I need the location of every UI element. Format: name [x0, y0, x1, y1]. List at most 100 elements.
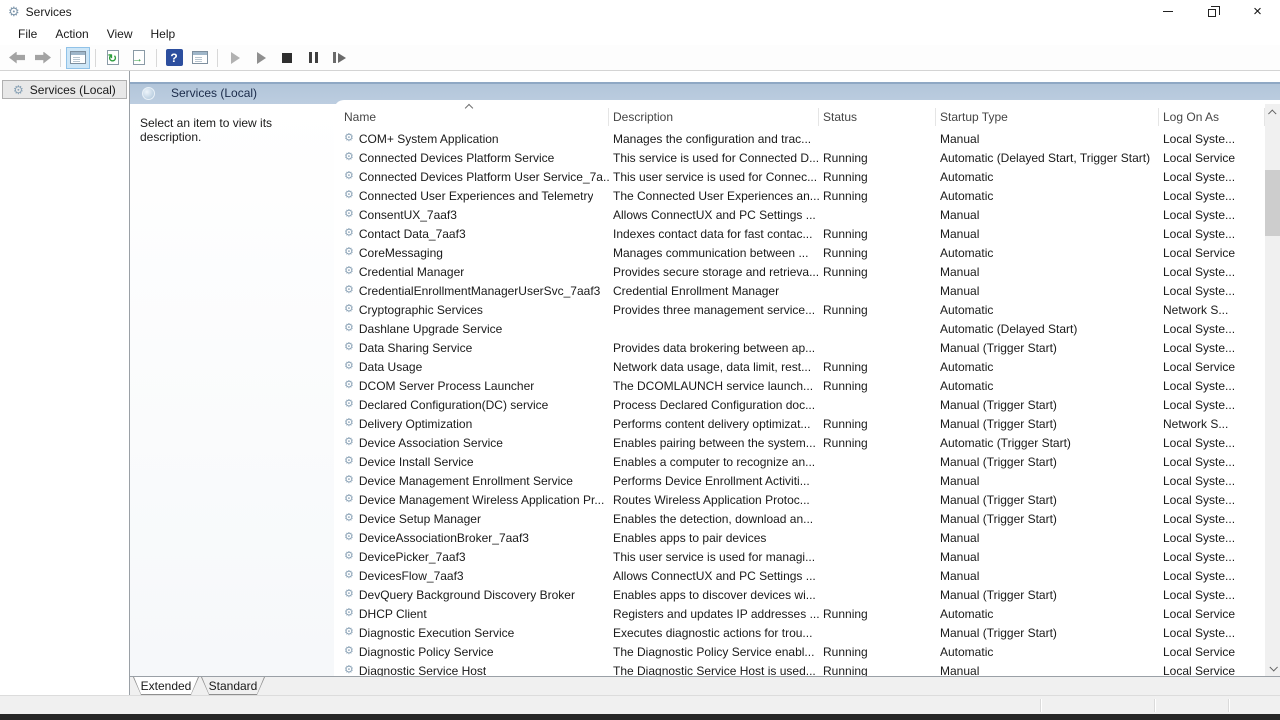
service-description: Enables a computer to recognize an...: [609, 455, 819, 469]
table-row[interactable]: ⚙ Credential Manager Provides secure sto…: [334, 262, 1280, 281]
vertical-scrollbar[interactable]: [1265, 104, 1280, 676]
start-service-icon: [231, 52, 240, 64]
service-status: Running: [819, 664, 936, 677]
service-name: Diagnostic Service Host: [359, 664, 486, 677]
service-description: Provides secure storage and retrieva...: [609, 265, 819, 279]
table-row[interactable]: ⚙ DevQuery Background Discovery Broker E…: [334, 585, 1280, 604]
service-gear-icon: ⚙: [344, 570, 354, 581]
restore-button[interactable]: [1190, 0, 1235, 23]
table-row[interactable]: ⚙ Delivery Optimization Performs content…: [334, 414, 1280, 433]
show-action-pane-button[interactable]: [188, 47, 212, 69]
export-list-button[interactable]: →: [127, 47, 151, 69]
column-header-startup-type[interactable]: Startup Type: [936, 110, 1159, 124]
table-row[interactable]: ⚙ Diagnostic Policy Service The Diagnost…: [334, 642, 1280, 661]
forward-button[interactable]: [31, 47, 55, 69]
table-row[interactable]: ⚙ CredentialEnrollmentManagerUserSvc_7aa…: [334, 281, 1280, 300]
service-description: Performs Device Enrollment Activiti...: [609, 474, 819, 488]
tab-extended[interactable]: Extended: [133, 677, 199, 695]
service-gear-icon: ⚙: [344, 551, 354, 562]
table-row[interactable]: ⚙ DevicePicker_7aaf3 This user service i…: [334, 547, 1280, 566]
table-row[interactable]: ⚙ Cryptographic Services Provides three …: [334, 300, 1280, 319]
table-row[interactable]: ⚙ Connected Devices Platform User Servic…: [334, 167, 1280, 186]
service-gear-icon: ⚙: [344, 399, 354, 410]
table-row[interactable]: ⚙ Connected Devices Platform Service Thi…: [334, 148, 1280, 167]
service-description: Enables pairing between the system...: [609, 436, 819, 450]
table-row[interactable]: ⚙ ConsentUX_7aaf3 Allows ConnectUX and P…: [334, 205, 1280, 224]
menu-view[interactable]: View: [98, 24, 142, 44]
menu-file[interactable]: File: [9, 24, 46, 44]
service-name: Connected Devices Platform User Service_…: [359, 170, 609, 184]
service-name: Diagnostic Policy Service: [359, 645, 494, 659]
help-button[interactable]: ?: [162, 47, 186, 69]
table-row[interactable]: ⚙ Device Setup Manager Enables the detec…: [334, 509, 1280, 528]
table-row[interactable]: ⚙ Diagnostic Execution Service Executes …: [334, 623, 1280, 642]
scroll-down-button[interactable]: [1265, 659, 1280, 676]
table-row[interactable]: ⚙ DHCP Client Registers and updates IP a…: [334, 604, 1280, 623]
table-row[interactable]: ⚙ DeviceAssociationBroker_7aaf3 Enables …: [334, 528, 1280, 547]
table-row[interactable]: ⚙ DCOM Server Process Launcher The DCOML…: [334, 376, 1280, 395]
column-header-log-on-as[interactable]: Log On As: [1159, 110, 1265, 124]
scroll-up-button[interactable]: [1265, 104, 1280, 121]
toolbar-separator: [156, 49, 157, 67]
table-row[interactable]: ⚙ Connected User Experiences and Telemet…: [334, 186, 1280, 205]
table-row[interactable]: ⚙ Data Usage Network data usage, data li…: [334, 357, 1280, 376]
service-name: DHCP Client: [359, 607, 427, 621]
service-description: Provides data brokering between ap...: [609, 341, 819, 355]
minimize-button[interactable]: [1145, 0, 1190, 23]
service-log-on-as: Local Syste...: [1159, 398, 1265, 412]
service-name: DevicePicker_7aaf3: [359, 550, 466, 564]
tab-standard[interactable]: Standard: [201, 677, 265, 695]
table-row[interactable]: ⚙ CoreMessaging Manages communication be…: [334, 243, 1280, 262]
service-startup-type: Automatic: [936, 170, 1159, 184]
service-log-on-as: Local Syste...: [1159, 322, 1265, 336]
service-log-on-as: Local Syste...: [1159, 493, 1265, 507]
column-header-description[interactable]: Description: [609, 110, 819, 124]
tree-item-services-local[interactable]: ⚙ Services (Local): [2, 80, 127, 99]
service-log-on-as: Network S...: [1159, 417, 1265, 431]
table-row[interactable]: ⚙ DevicesFlow_7aaf3 Allows ConnectUX and…: [334, 566, 1280, 585]
service-gear-icon: ⚙: [344, 152, 354, 163]
service-startup-type: Manual (Trigger Start): [936, 398, 1159, 412]
table-row[interactable]: ⚙ Data Sharing Service Provides data bro…: [334, 338, 1280, 357]
table-row[interactable]: ⚙ Declared Configuration(DC) service Pro…: [334, 395, 1280, 414]
service-name: DeviceAssociationBroker_7aaf3: [359, 531, 529, 545]
pause-service-button[interactable]: [301, 47, 325, 69]
description-hint: Select an item to view its description.: [140, 116, 324, 144]
service-name: Contact Data_7aaf3: [359, 227, 466, 241]
table-row[interactable]: ⚙ Contact Data_7aaf3 Indexes contact dat…: [334, 224, 1280, 243]
service-startup-type: Automatic: [936, 303, 1159, 317]
service-log-on-as: Local Syste...: [1159, 170, 1265, 184]
service-startup-type: Manual: [936, 132, 1159, 146]
menu-action[interactable]: Action: [46, 24, 97, 44]
status-bar-divider: [1040, 699, 1041, 712]
table-row[interactable]: ⚙ Device Management Wireless Application…: [334, 490, 1280, 509]
toolbar-separator: [60, 49, 61, 67]
table-row[interactable]: ⚙ Device Install Service Enables a compu…: [334, 452, 1280, 471]
table-row[interactable]: ⚙ Diagnostic Service Host The Diagnostic…: [334, 661, 1280, 676]
service-description: Enables apps to discover devices wi...: [609, 588, 819, 602]
restart-service-button[interactable]: [327, 47, 351, 69]
column-header-status[interactable]: Status: [819, 110, 936, 124]
resume-service-button[interactable]: [249, 47, 273, 69]
toolbar: ↻ → ?: [0, 45, 1280, 71]
scrollbar-thumb[interactable]: [1265, 170, 1280, 236]
refresh-button[interactable]: ↻: [101, 47, 125, 69]
start-service-button[interactable]: [223, 47, 247, 69]
service-startup-type: Automatic (Trigger Start): [936, 436, 1159, 450]
back-button[interactable]: [5, 47, 29, 69]
column-header-name[interactable]: Name: [334, 110, 609, 124]
table-row[interactable]: ⚙ Device Management Enrollment Service P…: [334, 471, 1280, 490]
menu-help[interactable]: Help: [142, 24, 185, 44]
service-description: The Diagnostic Policy Service enabl...: [609, 645, 819, 659]
close-button[interactable]: ×: [1235, 0, 1280, 23]
service-startup-type: Manual (Trigger Start): [936, 341, 1159, 355]
table-row[interactable]: ⚙ COM+ System Application Manages the co…: [334, 129, 1280, 148]
services-gear-icon: ⚙: [13, 84, 24, 96]
stop-service-button[interactable]: [275, 47, 299, 69]
service-name: Data Sharing Service: [359, 341, 472, 355]
service-startup-type: Manual: [936, 208, 1159, 222]
table-row[interactable]: ⚙ Device Association Service Enables pai…: [334, 433, 1280, 452]
table-row[interactable]: ⚙ Dashlane Upgrade Service Automatic (De…: [334, 319, 1280, 338]
show-console-tree-button[interactable]: [66, 47, 90, 69]
description-panel: Select an item to view its description.: [130, 104, 334, 676]
